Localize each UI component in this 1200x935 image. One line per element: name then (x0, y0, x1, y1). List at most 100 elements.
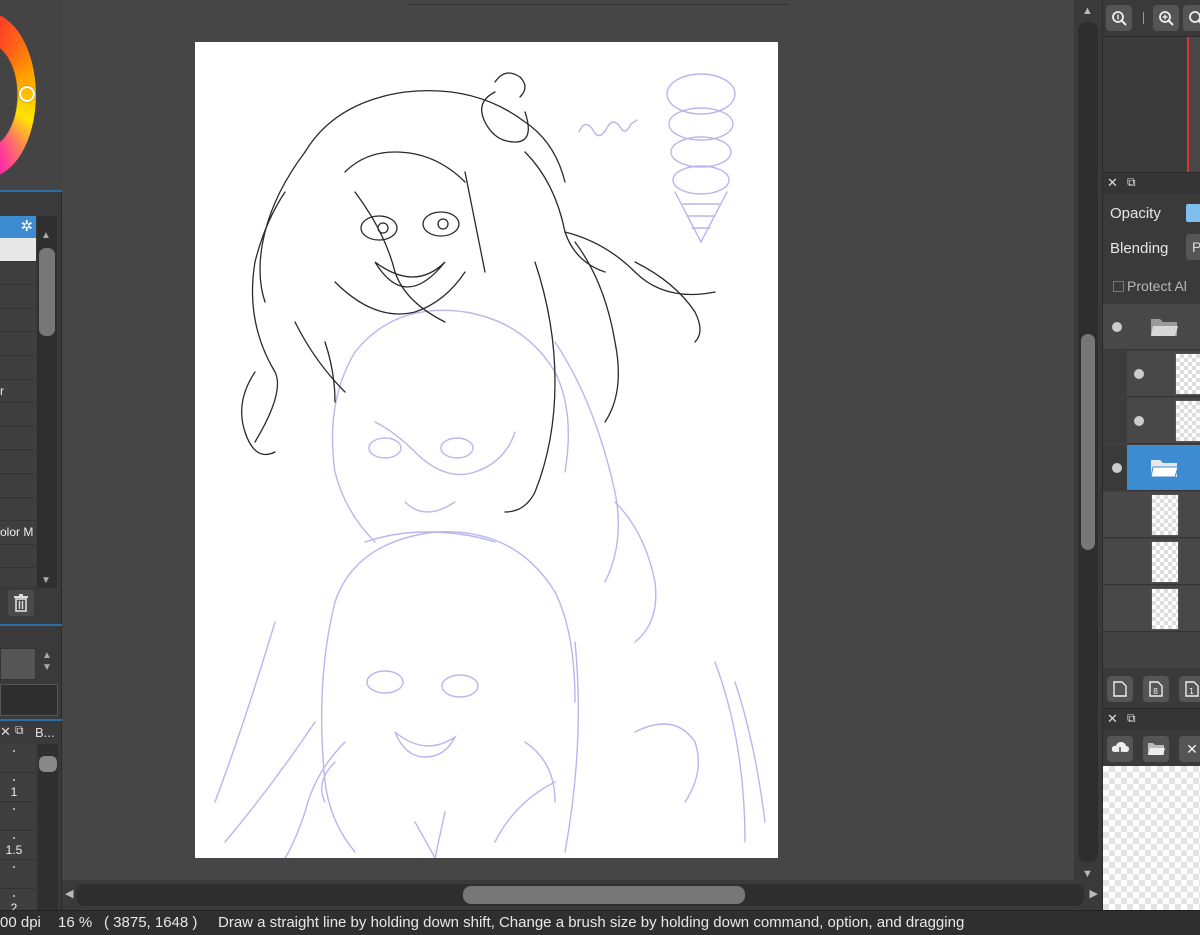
material-preview[interactable] (1103, 766, 1200, 910)
layer-item[interactable] (1103, 586, 1200, 632)
popout-icon[interactable]: ⧉ (15, 723, 24, 738)
brush-size-item[interactable] (0, 744, 36, 773)
visibility-icon[interactable] (1134, 416, 1144, 426)
brush-size-list: 1 1.5 2 (0, 744, 36, 918)
brush-list-item[interactable] (0, 545, 36, 569)
close-icon[interactable]: ✕ (0, 724, 11, 740)
navigator-preview[interactable] (1103, 36, 1200, 173)
left-panel: ✲ r olor M ▲ ▼ ▲ ▼ ✕ ⧉ B... 1 1.5 2 (0, 0, 62, 918)
brush-list-item[interactable] (0, 403, 36, 427)
scroll-thumb[interactable] (463, 886, 745, 904)
open-folder-button[interactable] (1143, 736, 1169, 762)
brush-list-item[interactable] (0, 427, 36, 451)
status-dpi: 00 dpi (0, 914, 41, 931)
brush-list-header: ✲ (0, 216, 36, 238)
scroll-track[interactable] (76, 884, 1084, 906)
brush-list-item[interactable] (0, 498, 36, 522)
brush-list-item[interactable] (0, 262, 36, 286)
new-1bit-layer-button[interactable]: 1 (1179, 676, 1200, 702)
scroll-thumb[interactable] (1081, 334, 1095, 550)
layer-thumbnail (1151, 588, 1179, 630)
scroll-thumb[interactable] (39, 756, 57, 772)
brush-list-item[interactable] (0, 332, 36, 356)
brush-list-item[interactable] (0, 309, 36, 333)
status-zoom: 16 % (58, 914, 93, 931)
brush-size-panel-header: ✕ ⧉ B... (0, 722, 62, 744)
close-icon[interactable]: ✕ (1107, 175, 1118, 191)
layer-item[interactable] (1103, 351, 1200, 397)
scroll-up-icon[interactable]: ▲ (41, 230, 51, 241)
brush-list-item[interactable] (0, 450, 36, 474)
protect-alpha-checkbox[interactable]: Protect Al (1113, 278, 1187, 294)
layer-folder[interactable] (1103, 304, 1200, 350)
layer-folder-selected[interactable] (1103, 445, 1200, 491)
scroll-down-icon[interactable]: ▼ (1082, 868, 1093, 880)
layer-item[interactable] (1103, 539, 1200, 585)
brush-list-item[interactable] (0, 238, 36, 262)
new-8bit-layer-button[interactable]: 8 (1143, 676, 1169, 702)
brush-size-item[interactable]: 1 (0, 773, 36, 802)
canvas-vertical-scrollbar[interactable]: ▲ ▼ (1074, 0, 1102, 884)
line-art-sketch (214, 72, 766, 858)
scroll-up-icon[interactable]: ▲ (1082, 5, 1093, 17)
visibility-icon[interactable] (1112, 322, 1122, 332)
brush-size-stepper[interactable]: ▲ ▼ (37, 650, 57, 680)
scroll-track[interactable] (1078, 22, 1098, 862)
new-page-icon (1113, 681, 1127, 697)
brush-size-scrollbar[interactable] (38, 744, 58, 910)
color-wheel[interactable] (0, 0, 62, 190)
layer-thumbnail (1151, 541, 1179, 583)
navigator-toolbar (1103, 0, 1200, 36)
status-coordinates: ( 3875, 1648 ) (104, 914, 198, 931)
layer-item[interactable] (1103, 492, 1200, 538)
brush-list-item[interactable] (0, 474, 36, 498)
zoom-out-button[interactable] (1183, 5, 1200, 31)
brush-list-item[interactable] (0, 356, 36, 380)
cloud-download-button[interactable] (1107, 736, 1133, 762)
delete-material-button[interactable]: ✕ (1179, 736, 1200, 762)
popout-icon[interactable]: ⧉ (1127, 175, 1136, 190)
gear-icon[interactable]: ✲ (20, 218, 33, 236)
status-hint: Draw a straight line by holding down shi… (218, 914, 965, 931)
layer-panel-header: ✕ ⧉ (1103, 172, 1200, 194)
brush-size-item[interactable]: 1.5 (0, 831, 36, 860)
panel-divider (0, 624, 62, 626)
folder-open-icon (1148, 743, 1165, 755)
close-icon[interactable]: ✕ (1107, 711, 1118, 727)
scroll-thumb[interactable] (39, 248, 55, 336)
new-layer-button[interactable] (1107, 676, 1133, 702)
layer-item[interactable] (1103, 398, 1200, 444)
canvas-horizontal-scrollbar[interactable]: ◀ ▶ (62, 880, 1102, 910)
brush-size-item[interactable] (0, 860, 36, 889)
scroll-down-icon[interactable]: ▼ (41, 575, 51, 586)
scroll-right-icon[interactable]: ▶ (1090, 887, 1098, 900)
material-panel-header: ✕ ⧉ (1103, 708, 1200, 730)
zoom-in-button[interactable] (1153, 5, 1179, 31)
layer-thumbnail (1175, 353, 1200, 395)
layer-indent (1103, 398, 1127, 444)
visibility-icon[interactable] (1134, 369, 1144, 379)
brush-list-item[interactable]: olor M (0, 521, 36, 545)
scroll-left-icon[interactable]: ◀ (65, 887, 73, 900)
brush-list-item[interactable] (0, 285, 36, 309)
folder-open-icon (1151, 319, 1178, 336)
brush-list-item[interactable]: r (0, 380, 36, 404)
navigator-frame (1189, 37, 1200, 173)
brush-size-field[interactable] (0, 648, 36, 680)
layer-properties: Opacity Blending P Protect Al (1103, 196, 1200, 306)
layer-thumbnail (1175, 400, 1200, 442)
brush-list-scrollbar[interactable]: ▲ ▼ (37, 216, 57, 588)
brush-size-item[interactable] (0, 802, 36, 831)
drawing-canvas[interactable] (195, 42, 778, 858)
hue-picker-handle[interactable] (19, 86, 35, 102)
opacity-slider[interactable] (1186, 204, 1200, 222)
visibility-icon[interactable] (1112, 463, 1122, 473)
popout-icon[interactable]: ⧉ (1127, 711, 1136, 726)
zoom-fit-button[interactable] (1106, 5, 1132, 31)
canvas-area[interactable]: ▲ ▼ ◀ ▶ (62, 0, 1102, 910)
blending-mode-select[interactable]: P (1186, 234, 1200, 260)
blending-label: Blending (1110, 240, 1169, 257)
layer-8bit-icon: 8 (1149, 681, 1163, 697)
delete-brush-button[interactable] (8, 590, 34, 616)
brush-preview (0, 684, 58, 716)
